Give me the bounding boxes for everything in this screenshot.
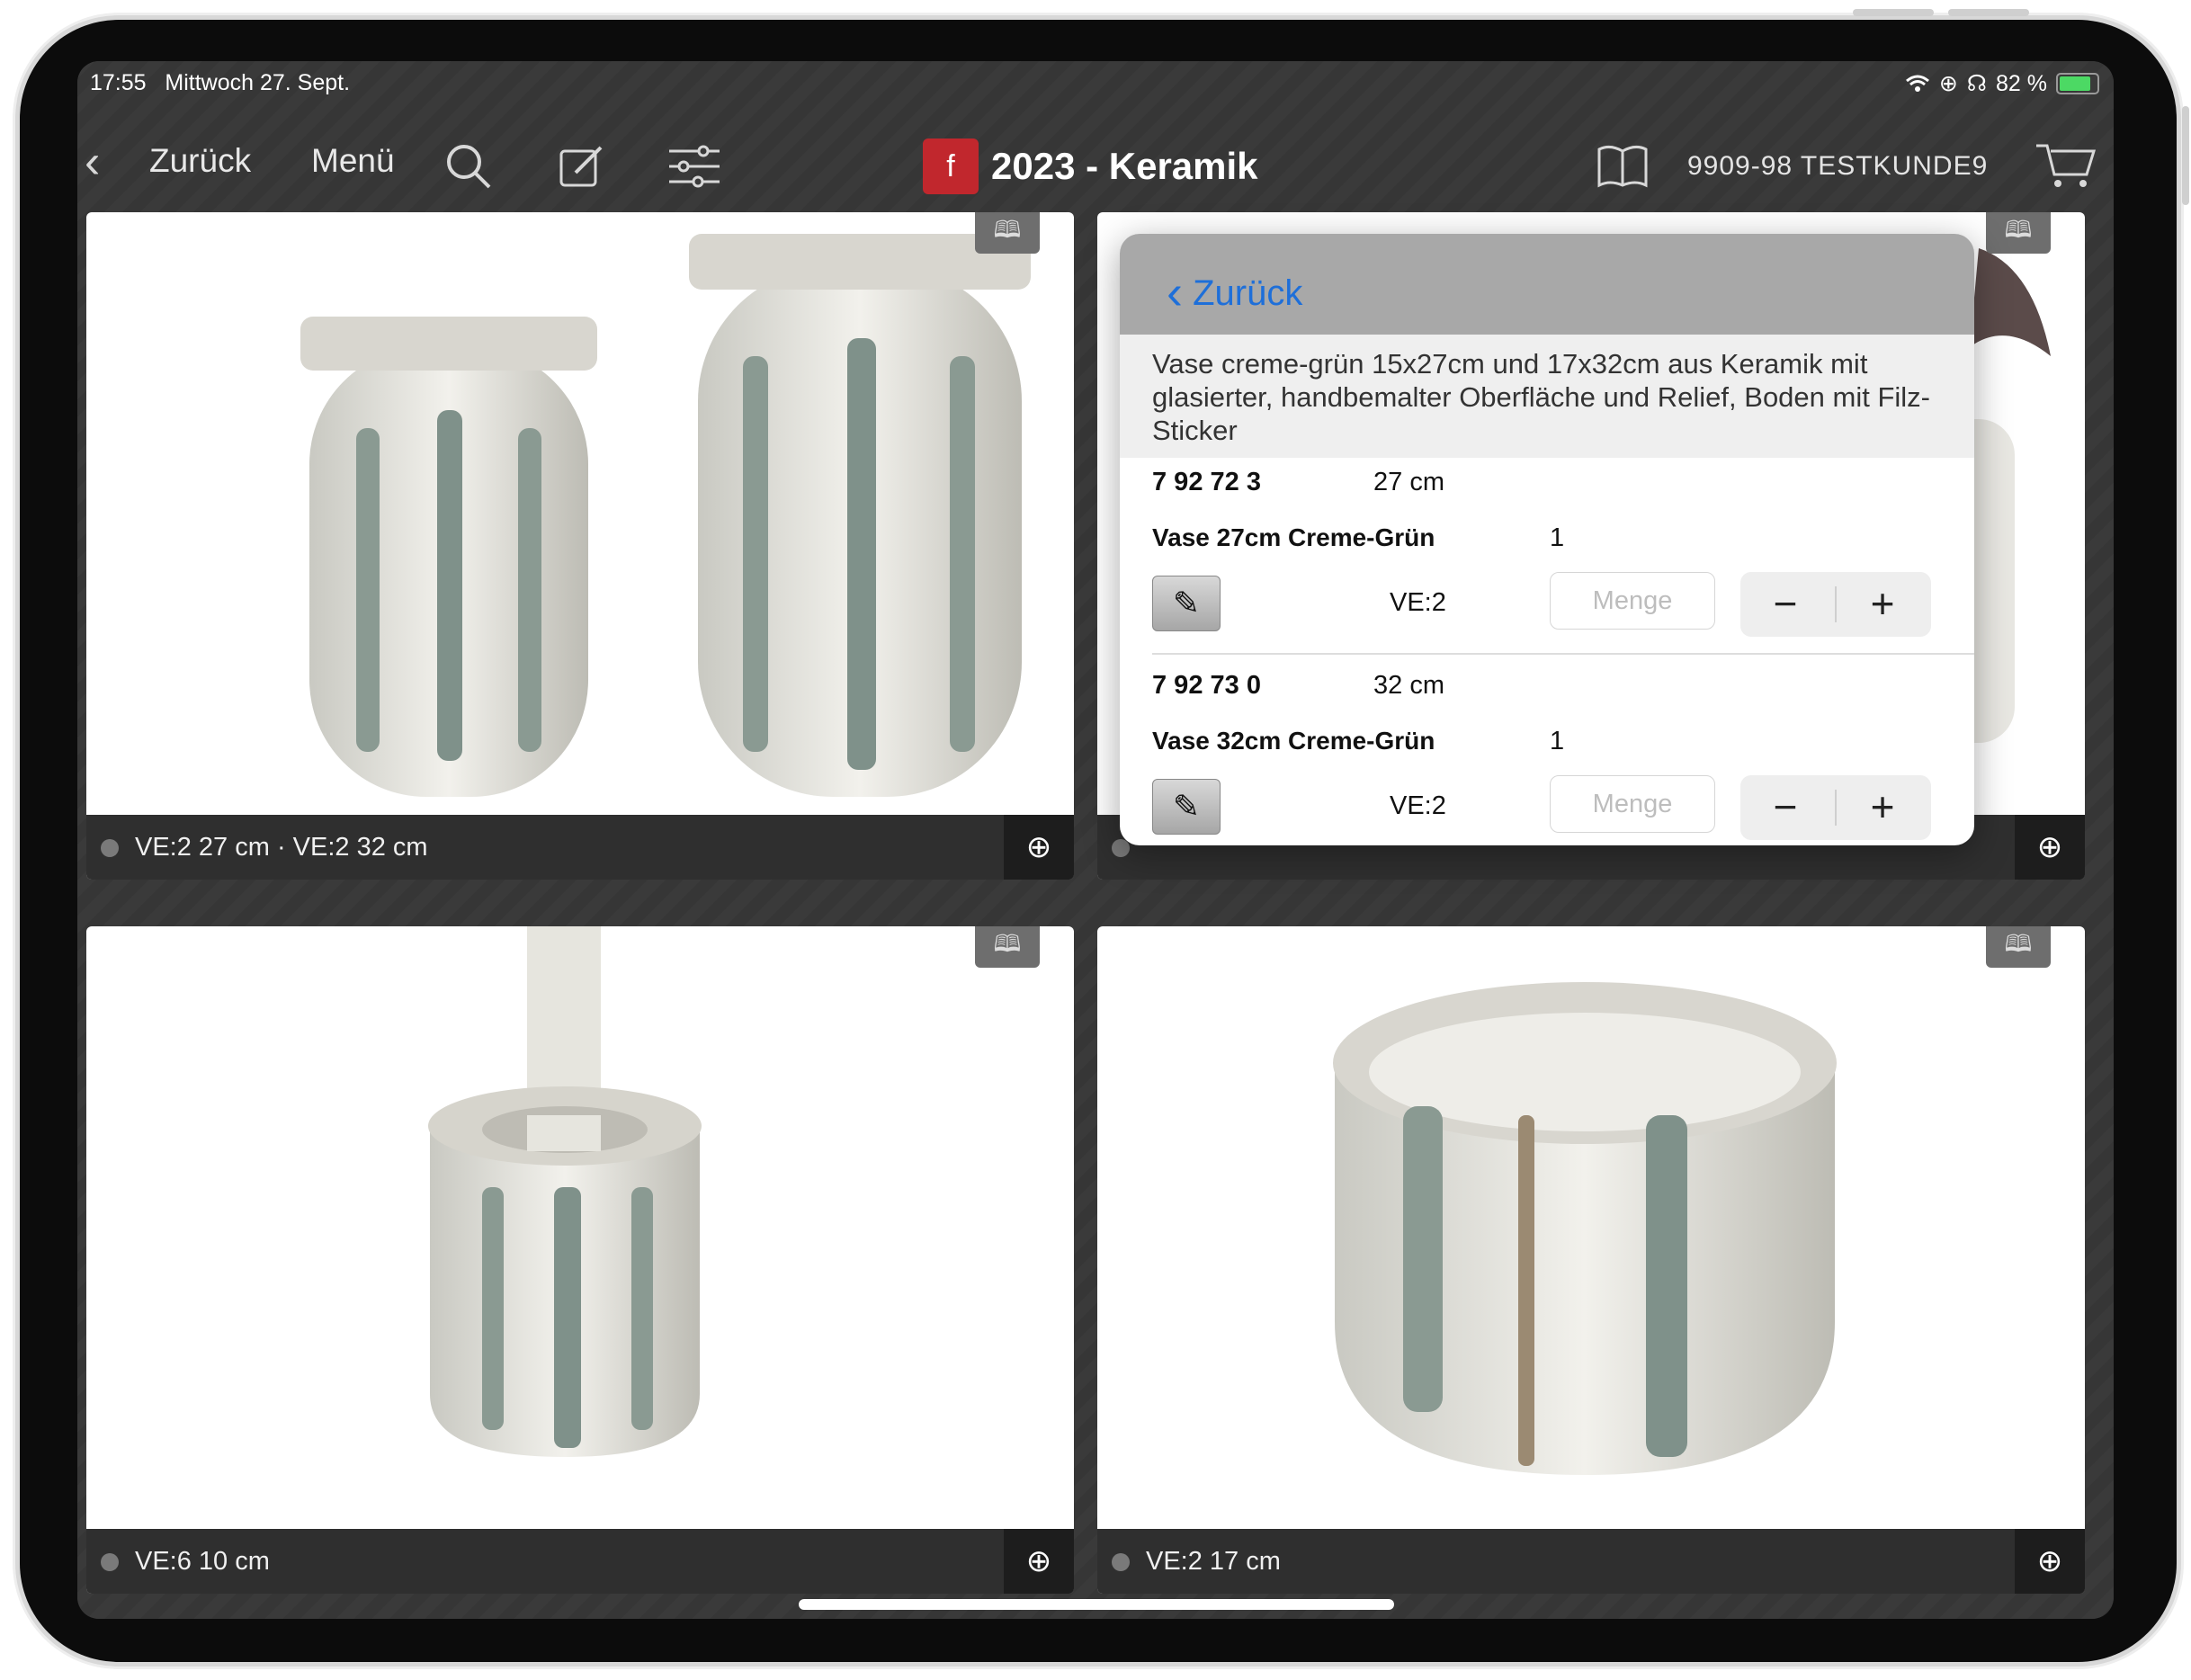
tile-footer: VE:2 27 cm · VE:2 32 cm ⊕ <box>86 815 1074 880</box>
sliders-icon[interactable] <box>667 142 721 191</box>
article-qty: 1 <box>1550 727 1565 755</box>
note-button[interactable]: ✎ <box>1152 576 1221 631</box>
product-description: Vase creme-grün 15x27cm und 17x32cm aus … <box>1120 335 1974 458</box>
cart-icon[interactable] <box>2034 140 2097 191</box>
chevron-left-icon: ‹ <box>1167 265 1183 319</box>
menu-button[interactable]: Menü <box>311 142 395 180</box>
product-row: 7 92 73 0 32 cm Vase 32cm Creme-Grün 1 ✎… <box>1120 653 1974 845</box>
article-qty: 1 <box>1550 523 1565 552</box>
orientation-lock-icon: ⊕ <box>1938 71 1958 96</box>
compose-icon: ✎ <box>1172 788 1201 825</box>
tile-footer: VE:6 10 cm ⊕ <box>86 1529 1074 1594</box>
product-tile-candle-holder[interactable]: 🕮 VE:6 10 cm ⊕ <box>86 926 1074 1594</box>
product-row: 7 92 72 3 27 cm Vase 27cm Creme-Grün 1 ✎… <box>1120 450 1974 653</box>
status-time: 17:55 Mittwoch 27. Sept. <box>90 70 350 96</box>
chevron-left-icon[interactable]: ‹ <box>85 135 100 189</box>
customer-label[interactable]: 9909-98 TESTKUNDE9 <box>1687 151 1988 182</box>
tile-footer: VE:2 17 cm ⊕ <box>1097 1529 2085 1594</box>
logo-text: f <box>946 148 955 183</box>
tile-label: VE:2 27 cm · VE:2 32 cm <box>135 833 428 862</box>
stepper-divider <box>1835 586 1837 622</box>
quantity-input[interactable]: Menge <box>1550 572 1715 630</box>
date: Mittwoch 27. Sept. <box>165 70 351 95</box>
popover-back-label: Zurück <box>1193 273 1303 313</box>
home-indicator[interactable] <box>799 1599 1394 1610</box>
screen: 17:55 Mittwoch 27. Sept. ⊕ ☊ 82 % ‹ Zurü… <box>77 61 2114 1619</box>
zoom-in-icon[interactable]: ⊕ <box>1004 815 1074 880</box>
battery-percent: 82 % <box>1996 70 2047 96</box>
packing-unit: VE:2 <box>1390 791 1446 820</box>
clock: 17:55 <box>90 70 147 95</box>
article-number: 7 92 73 0 <box>1152 671 1261 700</box>
compose-icon[interactable] <box>558 142 606 191</box>
brand-logo: f <box>923 139 979 194</box>
catalog-tab[interactable]: 🕮 <box>1986 926 2051 968</box>
volume-button <box>1948 9 2029 16</box>
search-icon[interactable] <box>444 142 493 191</box>
product-popover: ‹ Zurück Vase creme-grün 15x27cm und 17x… <box>1120 234 1974 845</box>
wifi-icon <box>1905 75 1929 92</box>
catalog-tab[interactable]: 🕮 <box>1986 212 2051 254</box>
quantity-stepper[interactable]: − + <box>1740 572 1931 637</box>
book-icon: 🕮 <box>2004 216 2033 243</box>
status-dot <box>1112 1553 1130 1571</box>
book-icon: 🕮 <box>993 216 1022 243</box>
compose-icon: ✎ <box>1172 585 1201 621</box>
power-button <box>2182 106 2189 205</box>
page-title: 2023 - Keramik <box>991 145 1258 187</box>
quantity-input[interactable]: Menge <box>1550 775 1715 833</box>
note-button[interactable]: ✎ <box>1152 779 1221 835</box>
article-size: 32 cm <box>1373 671 1444 700</box>
tile-label: VE:6 10 cm <box>135 1547 270 1576</box>
book-icon: 🕮 <box>993 930 1022 957</box>
packing-unit: VE:2 <box>1390 588 1446 617</box>
product-tile-vases[interactable]: 🕮 VE:2 27 cm · VE:2 32 cm ⊕ <box>86 212 1074 880</box>
minus-button[interactable]: − <box>1740 579 1830 628</box>
article-name: Vase 27cm Creme-Grün <box>1152 523 1435 551</box>
status-bar: 17:55 Mittwoch 27. Sept. ⊕ ☊ 82 % <box>77 61 2114 106</box>
zoom-in-icon[interactable]: ⊕ <box>1004 1529 1074 1594</box>
nav-bar: ‹ Zurück Menü f 2023 - Keramik 9909-98 T… <box>77 122 2114 212</box>
status-right: ⊕ ☊ 82 % <box>1905 70 2099 97</box>
product-image-vases <box>300 234 1031 797</box>
headphones-icon: ☊ <box>1966 71 1988 96</box>
book-icon: 🕮 <box>2004 930 2033 957</box>
book-icon[interactable] <box>1596 144 1650 189</box>
zoom-in-icon[interactable]: ⊕ <box>2015 815 2085 880</box>
article-number: 7 92 72 3 <box>1152 468 1261 496</box>
minus-button[interactable]: − <box>1740 782 1830 831</box>
plus-button[interactable]: + <box>1838 579 1927 628</box>
zoom-in-icon[interactable]: ⊕ <box>2015 1529 2085 1594</box>
battery-icon <box>2056 73 2099 94</box>
quantity-stepper[interactable]: − + <box>1740 775 1931 840</box>
tile-label: VE:2 17 cm <box>1146 1547 1281 1576</box>
status-dot <box>101 839 119 857</box>
stepper-divider <box>1835 790 1837 826</box>
article-name: Vase 32cm Creme-Grün <box>1152 727 1435 755</box>
catalog-tab[interactable]: 🕮 <box>975 212 1040 254</box>
article-size: 27 cm <box>1373 468 1444 496</box>
volume-button <box>1853 9 1934 16</box>
product-image-pot <box>1333 982 1837 1475</box>
popover-header: ‹ Zurück <box>1120 234 1974 335</box>
plus-button[interactable]: + <box>1838 782 1927 831</box>
row-divider <box>1152 653 1974 655</box>
product-image-candle-holder <box>428 926 702 1457</box>
product-tile-pot[interactable]: 🕮 VE:2 17 cm ⊕ <box>1097 926 2085 1594</box>
title-group: f 2023 - Keramik <box>923 139 1258 194</box>
status-dot <box>101 1553 119 1571</box>
catalog-tab[interactable]: 🕮 <box>975 926 1040 968</box>
back-button[interactable]: Zurück <box>149 142 251 180</box>
popover-back-button[interactable]: ‹ Zurück <box>1167 261 1303 319</box>
